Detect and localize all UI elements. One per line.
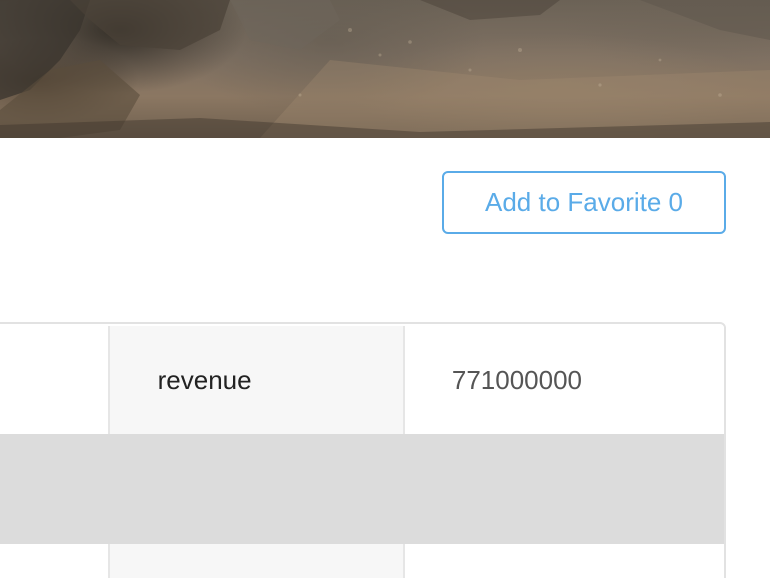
hero-image	[0, 0, 770, 138]
table-key-cell	[109, 544, 405, 578]
page: Add to Favorite 0 revenue 771000000	[0, 0, 770, 578]
add-to-favorite-button[interactable]: Add to Favorite 0	[442, 171, 726, 234]
details-table: revenue 771000000	[0, 322, 726, 578]
table-value-cell	[404, 544, 724, 578]
table-row	[0, 544, 724, 578]
table-value-cell: 771000000	[404, 326, 724, 434]
table-key-label: revenue	[157, 364, 252, 395]
table-row: revenue 771000000	[0, 326, 724, 434]
table-value-label: 771000000	[451, 364, 582, 395]
table-key-cell: revenue	[109, 326, 405, 434]
table-cell-empty	[0, 544, 110, 578]
table-cell-empty	[0, 434, 110, 544]
table-cell-empty	[0, 326, 110, 434]
table-value-cell	[405, 434, 724, 544]
table-key-cell	[110, 434, 405, 544]
hero-image-texture	[0, 0, 770, 138]
table-row	[0, 434, 724, 544]
